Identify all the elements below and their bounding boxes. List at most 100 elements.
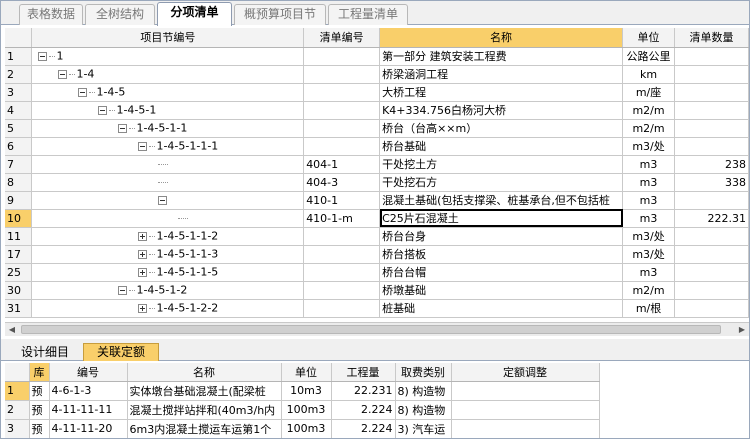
list-code-cell[interactable]: 410-1 [303,191,381,210]
horizontal-scrollbar[interactable]: ◀ ▶ [5,322,749,336]
name-cell[interactable]: 混凝土基础(包括支撑梁、桩基承台,但不包括桩 [379,191,624,210]
unit-cell[interactable]: m3/处 [622,245,676,264]
column-header-list-code[interactable]: 清单编号 [303,28,381,48]
section-code-cell[interactable]: 1-4-5-1-1-2 [31,227,305,246]
list-code-cell[interactable] [303,137,381,156]
tab-table-data[interactable]: 表格数据 [19,4,83,25]
row-number[interactable]: 25 [5,263,33,282]
quantity-cell[interactable] [674,65,749,84]
list-code-cell[interactable] [303,65,381,84]
name-cell[interactable]: 桥台台身 [379,227,624,246]
name-cell[interactable]: 桥台搭板 [379,245,624,264]
name-cell[interactable]: 干处挖土方 [379,155,624,174]
list-code-cell[interactable] [303,245,381,264]
column-header-code[interactable]: 编号 [49,363,128,382]
unit-cell[interactable]: m/根 [622,299,676,318]
list-code-cell[interactable] [303,299,381,318]
tab-linked-quotas[interactable]: 关联定额 [83,343,159,361]
name-cell[interactable]: 桥台台帽 [379,263,624,282]
quantity-cell[interactable]: 338 [674,173,749,192]
row-number[interactable]: 2 [5,65,33,84]
name-cell[interactable]: 桥墩基础 [379,281,624,300]
column-header-quantity[interactable]: 工程量 [331,363,396,382]
row-number[interactable]: 9 [5,191,33,210]
section-code-cell[interactable] [31,155,305,174]
list-code-cell[interactable]: 410-1-m [303,209,381,228]
collapse-icon[interactable] [118,123,128,133]
quantity-cell[interactable]: 2.224 [331,419,396,438]
unit-cell[interactable]: 公路公里 [622,47,676,66]
table-row[interactable]: 1 预 4-6-1-3 实体墩台基础混凝土(配梁桩 10m3 22.231 8) 构造物 [5,381,600,401]
row-number[interactable]: 11 [5,227,33,246]
section-code-cell[interactable]: 1-4-5-1-2 [31,281,305,300]
fee-category-cell[interactable]: 8) 构造物 [395,400,452,420]
collapse-icon[interactable] [58,69,68,79]
unit-cell[interactable]: m3 [622,155,676,174]
table-row[interactable]: 30 1-4-5-1-2 桥墩基础 m2/m [5,281,749,300]
section-code-cell[interactable]: 1-4-5-1-1 [31,119,305,138]
column-header-name[interactable]: 名称 [379,28,624,48]
unit-cell[interactable]: m3 [622,209,676,228]
table-row[interactable]: 2 1-4 桥梁涵洞工程 km [5,65,749,84]
section-code-cell[interactable] [31,191,305,210]
list-code-cell[interactable] [303,47,381,66]
name-cell[interactable]: C25片石混凝土 [379,209,624,228]
section-code-cell[interactable]: 1-4-5-1-2-2 [31,299,305,318]
row-number[interactable]: 31 [5,299,33,318]
row-number[interactable]: 7 [5,155,33,174]
expand-icon[interactable] [138,303,148,313]
quota-code-cell[interactable]: 4-11-11-20 [49,419,128,438]
quota-adjust-cell[interactable] [451,400,600,420]
list-code-cell[interactable] [303,227,381,246]
table-row[interactable]: 4 1-4-5-1 K4+334.756白杨河大桥 m2/m [5,101,749,120]
expand-icon[interactable] [138,267,148,277]
quantity-cell[interactable] [674,137,749,156]
list-code-cell[interactable] [303,101,381,120]
column-header-unit[interactable]: 单位 [281,363,332,382]
table-row[interactable]: 31 1-4-5-1-2-2 桩基础 m/根 [5,299,749,318]
row-number[interactable]: 2 [5,400,30,420]
quantity-cell[interactable]: 22.231 [331,381,396,401]
quota-name-cell[interactable]: 实体墩台基础混凝土(配梁桩 [127,381,282,401]
row-number[interactable]: 17 [5,245,33,264]
row-number[interactable]: 1 [5,381,30,401]
unit-cell[interactable]: m2/m [622,281,676,300]
table-row[interactable]: 9 410-1 混凝土基础(包括支撑梁、桩基承台,但不包括桩 m3 [5,191,749,210]
column-header-name[interactable]: 名称 [127,363,282,382]
scrollbar-thumb[interactable] [21,325,721,334]
section-code-cell[interactable]: 1-4-5-1-1-1 [31,137,305,156]
quota-code-cell[interactable]: 4-6-1-3 [49,381,128,401]
row-number[interactable]: 1 [5,47,33,66]
library-cell[interactable]: 预 [29,419,50,438]
quantity-cell[interactable] [674,245,749,264]
tab-design-details[interactable]: 设计细目 [15,343,75,361]
table-row[interactable]: 10 410-1-m C25片石混凝土 m3 222.31 [5,209,749,228]
unit-cell[interactable]: m2/m [622,119,676,138]
section-code-cell[interactable] [31,209,305,228]
row-number[interactable]: 3 [5,419,30,438]
tab-budget-sections[interactable]: 概预算项目节 [234,4,326,25]
name-cell[interactable]: 桥梁涵洞工程 [379,65,624,84]
table-row[interactable]: 25 1-4-5-1-1-5 桥台台帽 m3 [5,263,749,282]
section-code-cell[interactable]: 1-4 [31,65,305,84]
unit-cell[interactable]: m3/处 [622,137,676,156]
unit-cell[interactable]: m3 [622,263,676,282]
expand-icon[interactable] [138,249,148,259]
list-code-cell[interactable]: 404-1 [303,155,381,174]
collapse-icon[interactable] [138,141,148,151]
unit-cell[interactable]: m3 [622,173,676,192]
quantity-cell[interactable]: 238 [674,155,749,174]
list-code-cell[interactable] [303,119,381,138]
column-header-section-code[interactable]: 项目节编号 [31,28,305,48]
quota-name-cell[interactable]: 混凝土搅拌站拌和(40m3/h内 [127,400,282,420]
column-header-fee-category[interactable]: 取费类别 [395,363,452,382]
table-row[interactable]: 5 1-4-5-1-1 桥台（台高××m） m2/m [5,119,749,138]
collapse-icon[interactable] [38,51,48,61]
collapse-icon[interactable] [98,105,108,115]
section-code-cell[interactable]: 1 [31,47,305,66]
scroll-right-arrow-icon[interactable]: ▶ [735,323,749,336]
quota-code-cell[interactable]: 4-11-11-11 [49,400,128,420]
unit-cell[interactable]: 10m3 [281,381,332,401]
row-number[interactable]: 8 [5,173,33,192]
collapse-icon[interactable] [78,87,88,97]
